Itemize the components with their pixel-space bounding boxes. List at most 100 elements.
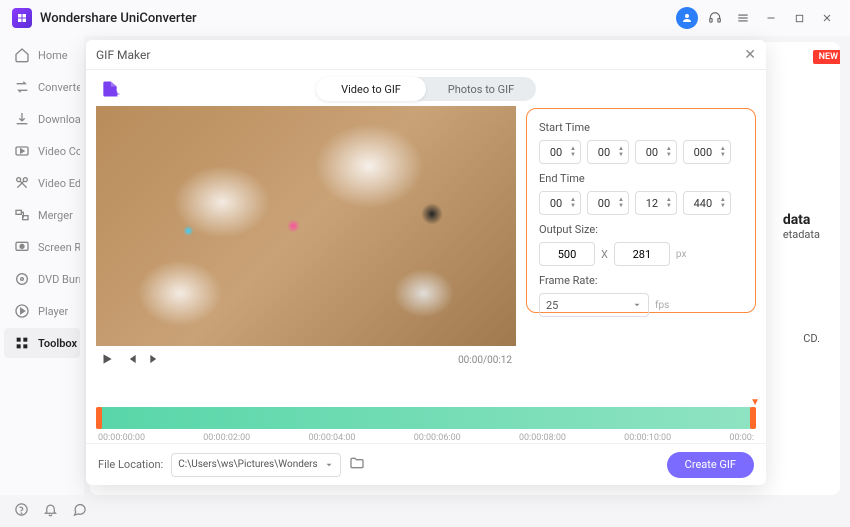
timeline-track[interactable]: ▼ [96, 407, 756, 429]
start-minutes-input[interactable]: ▲▼ [587, 140, 629, 164]
video-preview[interactable] [96, 106, 516, 346]
chevron-down-icon [324, 460, 334, 470]
sidebar-item-label: Video Editor [38, 177, 80, 190]
spin-down-icon[interactable]: ▼ [618, 152, 624, 158]
frame-rate-select[interactable]: 25 [539, 293, 649, 317]
output-width-input[interactable] [539, 242, 595, 266]
tick-label: 00:00: [729, 433, 754, 443]
end-hours-input[interactable]: ▲▼ [539, 191, 581, 215]
timeline-end-handle[interactable] [750, 407, 756, 429]
end-seconds-input[interactable]: ▲▼ [635, 191, 677, 215]
spin-down-icon[interactable]: ▼ [570, 152, 576, 158]
sidebar-item-video-compressor[interactable]: Video Compressor [4, 136, 80, 166]
sidebar-item-merger[interactable]: Merger [4, 200, 80, 230]
modal-footer: File Location: C:\Users\ws\Pictures\Wond… [86, 443, 766, 485]
add-file-button[interactable]: + [96, 76, 124, 102]
start-ms-input[interactable]: ▲▼ [683, 140, 731, 164]
file-location-select[interactable]: C:\Users\ws\Pictures\Wonders [171, 453, 341, 477]
sidebar-item-label: Screen Recorder [38, 241, 80, 254]
sidebar-item-player[interactable]: Player [4, 296, 80, 326]
metadata-text: dataetadata [783, 212, 820, 241]
menu-icon[interactable] [732, 7, 754, 29]
modal-close-button[interactable]: ✕ [744, 47, 756, 63]
timeline: ▼ 00:00:00:00 00:00:02:00 00:00:04:00 00… [86, 403, 766, 443]
end-minutes-input[interactable]: ▲▼ [587, 191, 629, 215]
preview-column: 00:00/00:12 [96, 106, 516, 403]
end-ms-input[interactable]: ▲▼ [683, 191, 731, 215]
play-button[interactable] [100, 352, 114, 369]
play-time: 00:00/00:12 [458, 355, 512, 366]
svg-text:+: + [114, 89, 120, 99]
maximize-button[interactable] [788, 7, 810, 29]
tick-label: 00:00:06:00 [414, 433, 461, 443]
statusbar [0, 495, 850, 527]
sidebar-item-label: Home [38, 49, 68, 62]
output-height-input[interactable] [614, 242, 670, 266]
modal-header: GIF Maker ✕ [86, 40, 766, 70]
spin-down-icon[interactable]: ▼ [618, 203, 624, 209]
sidebar-item-toolbox[interactable]: Toolbox [4, 328, 80, 358]
spin-down-icon[interactable]: ▼ [666, 152, 672, 158]
sidebar-item-label: Downloader [38, 113, 80, 126]
app-name: Wondershare UniConverter [40, 11, 197, 26]
dimension-separator: X [601, 248, 608, 261]
file-location-label: File Location: [98, 458, 163, 471]
minimize-button[interactable] [760, 7, 782, 29]
tick-label: 00:00:00:00 [98, 433, 145, 443]
create-gif-button[interactable]: Create GIF [667, 452, 754, 478]
start-time-label: Start Time [539, 121, 743, 134]
app-logo [12, 8, 32, 28]
titlebar: Wondershare UniConverter [0, 0, 850, 36]
end-time-label: End Time [539, 172, 743, 185]
start-seconds-input[interactable]: ▲▼ [635, 140, 677, 164]
next-frame-button[interactable] [148, 352, 162, 369]
feedback-icon[interactable] [72, 502, 87, 520]
sidebar-item-converter[interactable]: Converter [4, 72, 80, 102]
spin-down-icon[interactable]: ▼ [720, 203, 726, 209]
tab-video-to-gif[interactable]: Video to GIF [316, 77, 426, 101]
sidebar-item-home[interactable]: Home [4, 40, 80, 70]
sidebar-item-label: Toolbox [38, 337, 77, 350]
frame-rate-value: 25 [546, 299, 632, 312]
open-folder-button[interactable] [349, 455, 365, 474]
params-panel: Start Time ▲▼ ▲▼ ▲▼ ▲▼ End Time ▲▼ ▲▼ ▲▼… [526, 108, 756, 313]
sidebar-item-label: Video Compressor [38, 145, 80, 158]
timeline-start-handle[interactable] [96, 407, 102, 429]
chevron-down-icon [632, 300, 642, 310]
tick-label: 00:00:04:00 [308, 433, 355, 443]
gif-maker-modal: GIF Maker ✕ + Video to GIF Photos to GIF… [86, 40, 766, 485]
spin-down-icon[interactable]: ▼ [666, 203, 672, 209]
sidebar-item-label: Player [38, 305, 68, 318]
new-badge: NEW [813, 50, 840, 64]
frame-rate-label: Frame Rate: [539, 274, 743, 287]
sidebar-item-label: Merger [38, 209, 73, 222]
output-size-label: Output Size: [539, 223, 743, 236]
frame-rate-unit: fps [655, 300, 669, 311]
spin-down-icon[interactable]: ▼ [570, 203, 576, 209]
tick-label: 00:00:08:00 [519, 433, 566, 443]
sidebar-item-dvd-burner[interactable]: DVD Burner [4, 264, 80, 294]
file-location-path: C:\Users\ws\Pictures\Wonders [178, 459, 324, 470]
spin-down-icon[interactable]: ▼ [720, 152, 726, 158]
sidebar: Home Converter Downloader Video Compress… [0, 36, 84, 495]
tick-label: 00:00:02:00 [203, 433, 250, 443]
user-icon[interactable] [676, 7, 698, 29]
headset-icon[interactable] [704, 7, 726, 29]
sidebar-item-screen-recorder[interactable]: Screen Recorder [4, 232, 80, 262]
close-window-button[interactable] [816, 7, 838, 29]
tab-photos-to-gif[interactable]: Photos to GIF [426, 77, 536, 101]
tick-label: 00:00:10:00 [624, 433, 671, 443]
play-controls: 00:00/00:12 [96, 346, 516, 374]
notification-icon[interactable] [43, 502, 58, 520]
sidebar-item-video-editor[interactable]: Video Editor [4, 168, 80, 198]
help-icon[interactable] [14, 502, 29, 520]
prev-frame-button[interactable] [124, 352, 138, 369]
sidebar-item-label: DVD Burner [38, 273, 80, 286]
sidebar-item-label: Converter [38, 81, 80, 94]
sidebar-item-downloader[interactable]: Downloader [4, 104, 80, 134]
timeline-ticks: 00:00:00:00 00:00:02:00 00:00:04:00 00:0… [96, 433, 756, 443]
output-unit: px [676, 249, 687, 260]
modal-title: GIF Maker [96, 48, 150, 62]
tab-segment: Video to GIF Photos to GIF [316, 77, 536, 101]
start-hours-input[interactable]: ▲▼ [539, 140, 581, 164]
